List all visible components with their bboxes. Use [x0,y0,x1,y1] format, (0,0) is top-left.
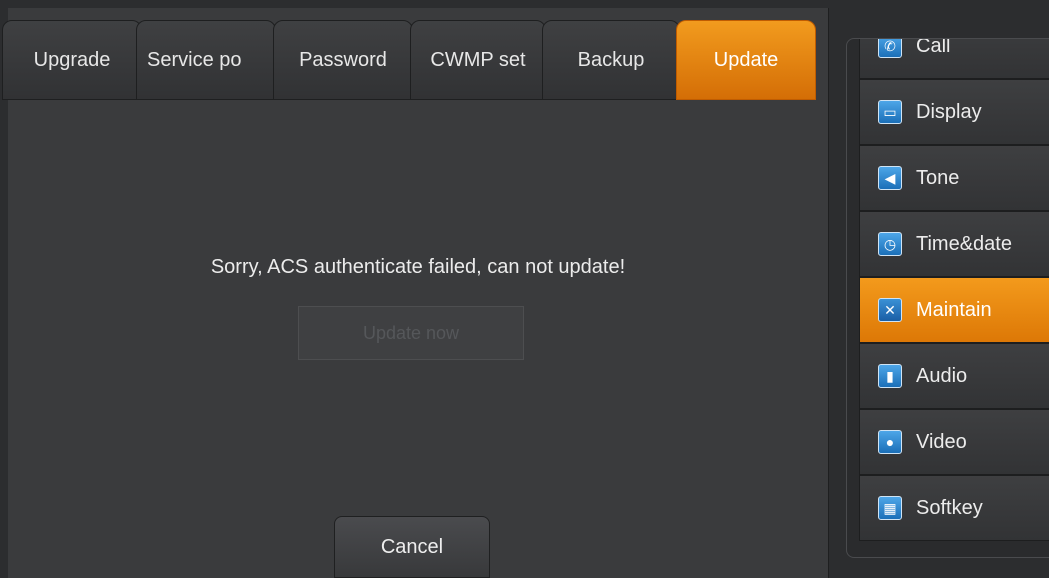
sidebar-item-time-date[interactable]: ◷ Time&date [859,211,1049,277]
tab-bar: Upgrade Service po Password CWMP set Bac… [2,20,828,102]
microphone-icon: ▮ [878,364,902,388]
sidebar-item-label: Call [916,38,951,57]
sidebar-item-label: Time&date [916,232,1012,255]
cancel-button[interactable]: Cancel [334,516,490,578]
sidebar-item-label: Softkey [916,496,983,519]
update-now-button[interactable]: Update now [298,306,524,360]
sidebar-item-label: Maintain [916,298,992,321]
sidebar-item-label: Display [916,100,982,123]
tab-update[interactable]: Update [676,20,816,100]
tab-backup[interactable]: Backup [542,20,680,100]
tab-label: CWMP set [430,48,526,71]
tab-service-port[interactable]: Service po [136,20,276,100]
keypad-icon: ▦ [878,496,902,520]
tab-label: Password [299,48,387,71]
tab-upgrade[interactable]: Upgrade [2,20,142,100]
tab-label: Upgrade [33,48,111,71]
sidebar-item-tone[interactable]: ◀ Tone [859,145,1049,211]
sidebar-item-label: Tone [916,166,960,189]
sidebar-item-display[interactable]: ▭ Display [859,79,1049,145]
sidebar-item-maintain[interactable]: ✕ Maintain [859,277,1049,343]
phone-icon: ✆ [878,39,902,58]
sidebar-item-label: Video [916,430,967,453]
tab-password[interactable]: Password [273,20,413,100]
camera-icon: ● [878,430,902,454]
error-message: Sorry, ACS authenticate failed, can not … [210,256,626,278]
clock-icon: ◷ [878,232,902,256]
sidebar-item-call[interactable]: ✆ Call [859,38,1049,79]
tools-icon: ✕ [878,298,902,322]
sidebar-item-video[interactable]: ● Video [859,409,1049,475]
tab-cwmp-set[interactable]: CWMP set [410,20,546,100]
main-panel: Upgrade Service po Password CWMP set Bac… [2,8,829,578]
settings-sidebar: ✆ Call ▭ Display ◀ Tone ◷ Time&date ✕ Ma… [846,38,1049,558]
tab-label: Update [713,48,779,71]
tab-label: Service po [147,48,242,71]
sidebar-item-label: Audio [916,364,968,387]
speaker-icon: ◀ [878,166,902,190]
tab-label: Backup [577,48,645,71]
sidebar-item-audio[interactable]: ▮ Audio [859,343,1049,409]
monitor-icon: ▭ [878,100,902,124]
sidebar-item-softkey[interactable]: ▦ Softkey [859,475,1049,541]
